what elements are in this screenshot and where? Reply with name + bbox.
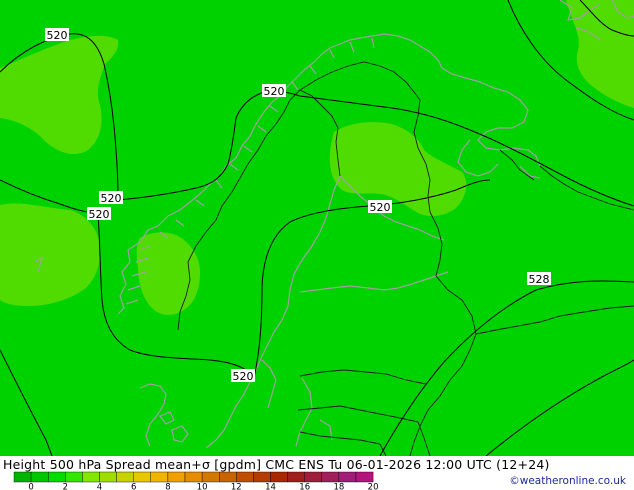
map-canvas: 520 520 520 520 520 520 528	[0, 0, 634, 456]
legend-cell	[133, 471, 151, 483]
contour-label-1: 520	[45, 28, 69, 42]
legend-cell	[150, 471, 169, 483]
legend-cell	[99, 471, 117, 483]
legend-cell	[355, 471, 374, 483]
legend-tick-labels: 0 2 4 6 8 10 12 14 16 18 20	[28, 483, 378, 490]
contour-label-5: 520	[368, 200, 392, 214]
legend-color-cells	[13, 471, 374, 483]
contour-label-3: 520	[99, 191, 123, 205]
legend-cell	[116, 471, 134, 483]
legend-cell	[236, 471, 254, 483]
legend-cell	[321, 471, 340, 483]
legend-tick-label: 20	[368, 483, 379, 490]
svg-text:520: 520	[47, 29, 68, 42]
legend-cell	[48, 471, 66, 483]
svg-text:520: 520	[370, 201, 391, 214]
legend-cell	[201, 471, 220, 483]
legend-cell	[167, 471, 186, 483]
legend-cell	[338, 471, 357, 483]
legend-tick-label: 10	[197, 483, 208, 490]
legend-cell	[65, 471, 83, 483]
svg-text:520: 520	[89, 208, 110, 221]
legend-tick-label: 6	[131, 483, 136, 490]
contour-label-2: 520	[262, 84, 286, 98]
legend-cell	[253, 471, 271, 483]
legend-tick-label: 4	[97, 483, 102, 490]
legend-tick-label: 12	[231, 483, 242, 490]
legend-cell	[184, 471, 203, 483]
svg-text:528: 528	[529, 273, 550, 286]
legend-tick-label: 18	[333, 483, 344, 490]
legend-tick-label: 14	[265, 483, 276, 490]
legend-cell	[304, 471, 323, 483]
legend-tick-label: 8	[165, 483, 170, 490]
legend-cell	[30, 471, 49, 483]
legend-cell	[218, 471, 237, 483]
contour-label-6: 520	[231, 369, 255, 383]
svg-text:520: 520	[233, 370, 254, 383]
contour-label-4: 520	[87, 207, 111, 221]
legend-cell	[82, 471, 100, 483]
legend-tick-label: 0	[28, 483, 33, 490]
svg-text:520: 520	[264, 85, 285, 98]
legend-tick-label: 16	[299, 483, 310, 490]
contour-label-7: 528	[527, 272, 551, 286]
svg-text:520: 520	[101, 192, 122, 205]
credit-link[interactable]: ©weatheronline.co.uk	[509, 475, 626, 487]
legend-tick-label: 2	[63, 483, 68, 490]
legend-cell	[270, 471, 288, 483]
color-legend: 0 2 4 6 8 10 12 14 16 18 20	[13, 471, 379, 490]
weather-map-figure: 520 520 520 520 520 520 528 Height 500 h…	[0, 0, 634, 490]
legend-cell	[287, 471, 305, 483]
legend-cell	[13, 471, 32, 483]
